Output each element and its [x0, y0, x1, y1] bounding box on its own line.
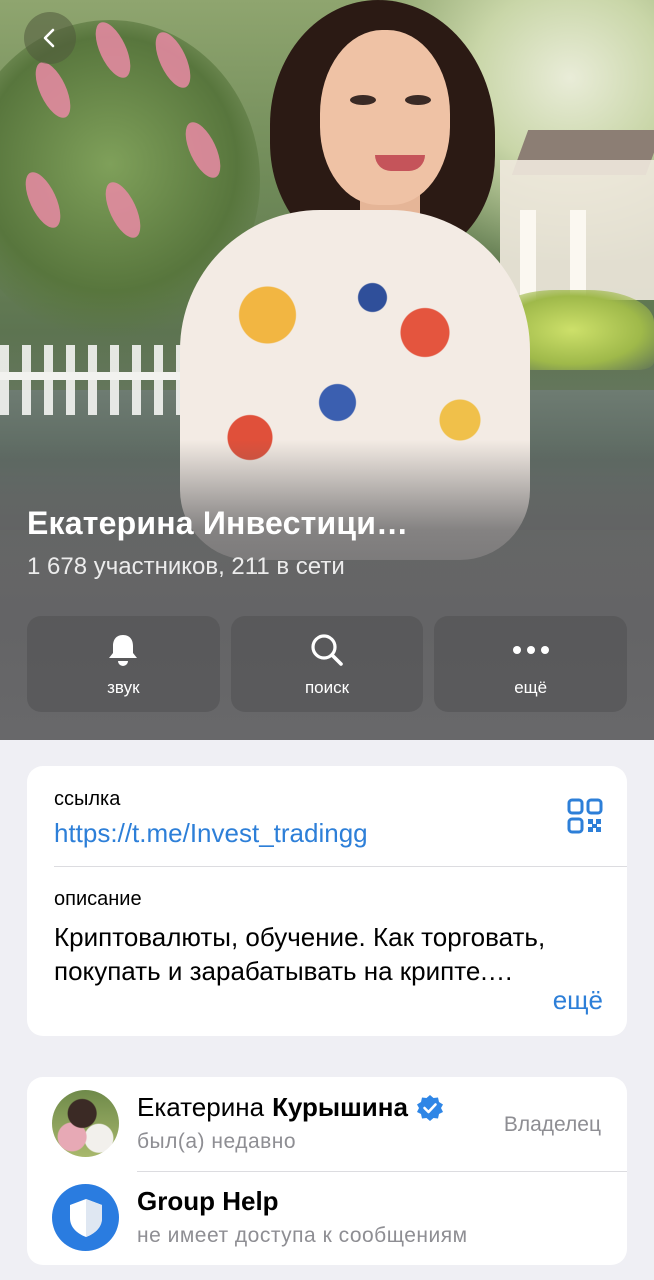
bell-icon — [109, 635, 138, 666]
member-row-bot[interactable]: Group Help не имеет доступа к сообщениям — [27, 1171, 627, 1265]
avatar — [52, 1184, 119, 1251]
member-name: Group Help — [137, 1186, 279, 1217]
search-icon — [311, 634, 343, 666]
qr-code-icon[interactable] — [567, 798, 603, 834]
more-dots-icon — [512, 646, 549, 654]
members-card: Екатерина Курышина был(а) недавно Владеле… — [27, 1077, 627, 1265]
member-row-owner[interactable]: Екатерина Курышина был(а) недавно Владеле… — [27, 1077, 627, 1171]
member-status: был(а) недавно — [137, 1130, 297, 1153]
member-first-name: Group Help — [137, 1186, 279, 1216]
sound-button-label: звук — [107, 678, 140, 697]
info-card: ссылка https://t.me/Invest_tradingg опис… — [27, 766, 627, 1036]
member-role-badge: Владелец — [503, 1113, 601, 1136]
search-button-label: поиск — [304, 678, 350, 697]
photo-eye — [350, 95, 376, 105]
action-buttons: звук поиск ещё — [27, 616, 628, 712]
member-status: не имеет доступа к сообщениям — [137, 1224, 468, 1247]
avatar — [52, 1090, 119, 1157]
photo-eye — [405, 95, 431, 105]
photo-face — [320, 30, 450, 205]
member-last-name: Курышина — [272, 1092, 408, 1122]
search-button[interactable]: поиск — [230, 616, 424, 712]
member-first-name: Екатерина — [137, 1092, 265, 1122]
more-button-label: ещё — [514, 678, 548, 697]
invite-link[interactable]: https://t.me/Invest_tradingg — [54, 818, 368, 849]
member-name: Екатерина Курышина — [137, 1092, 444, 1123]
back-button[interactable] — [24, 12, 76, 64]
group-subtitle: 1 678 участников, 211 в сети — [27, 553, 345, 580]
group-title: Екатерина Инвестици… — [27, 505, 409, 541]
divider — [54, 866, 627, 867]
link-label: ссылка — [54, 788, 121, 810]
verified-badge-icon — [416, 1094, 443, 1121]
more-button[interactable]: ещё — [434, 616, 628, 712]
chevron-left-icon — [43, 28, 55, 48]
description-more-link[interactable]: ещё — [553, 985, 603, 1016]
description-text: Криптовалюты, обучение. Как торговать, п… — [54, 922, 546, 986]
description-label: описание — [54, 888, 142, 910]
sound-button[interactable]: звук — [27, 616, 220, 712]
shield-icon — [69, 1198, 102, 1237]
